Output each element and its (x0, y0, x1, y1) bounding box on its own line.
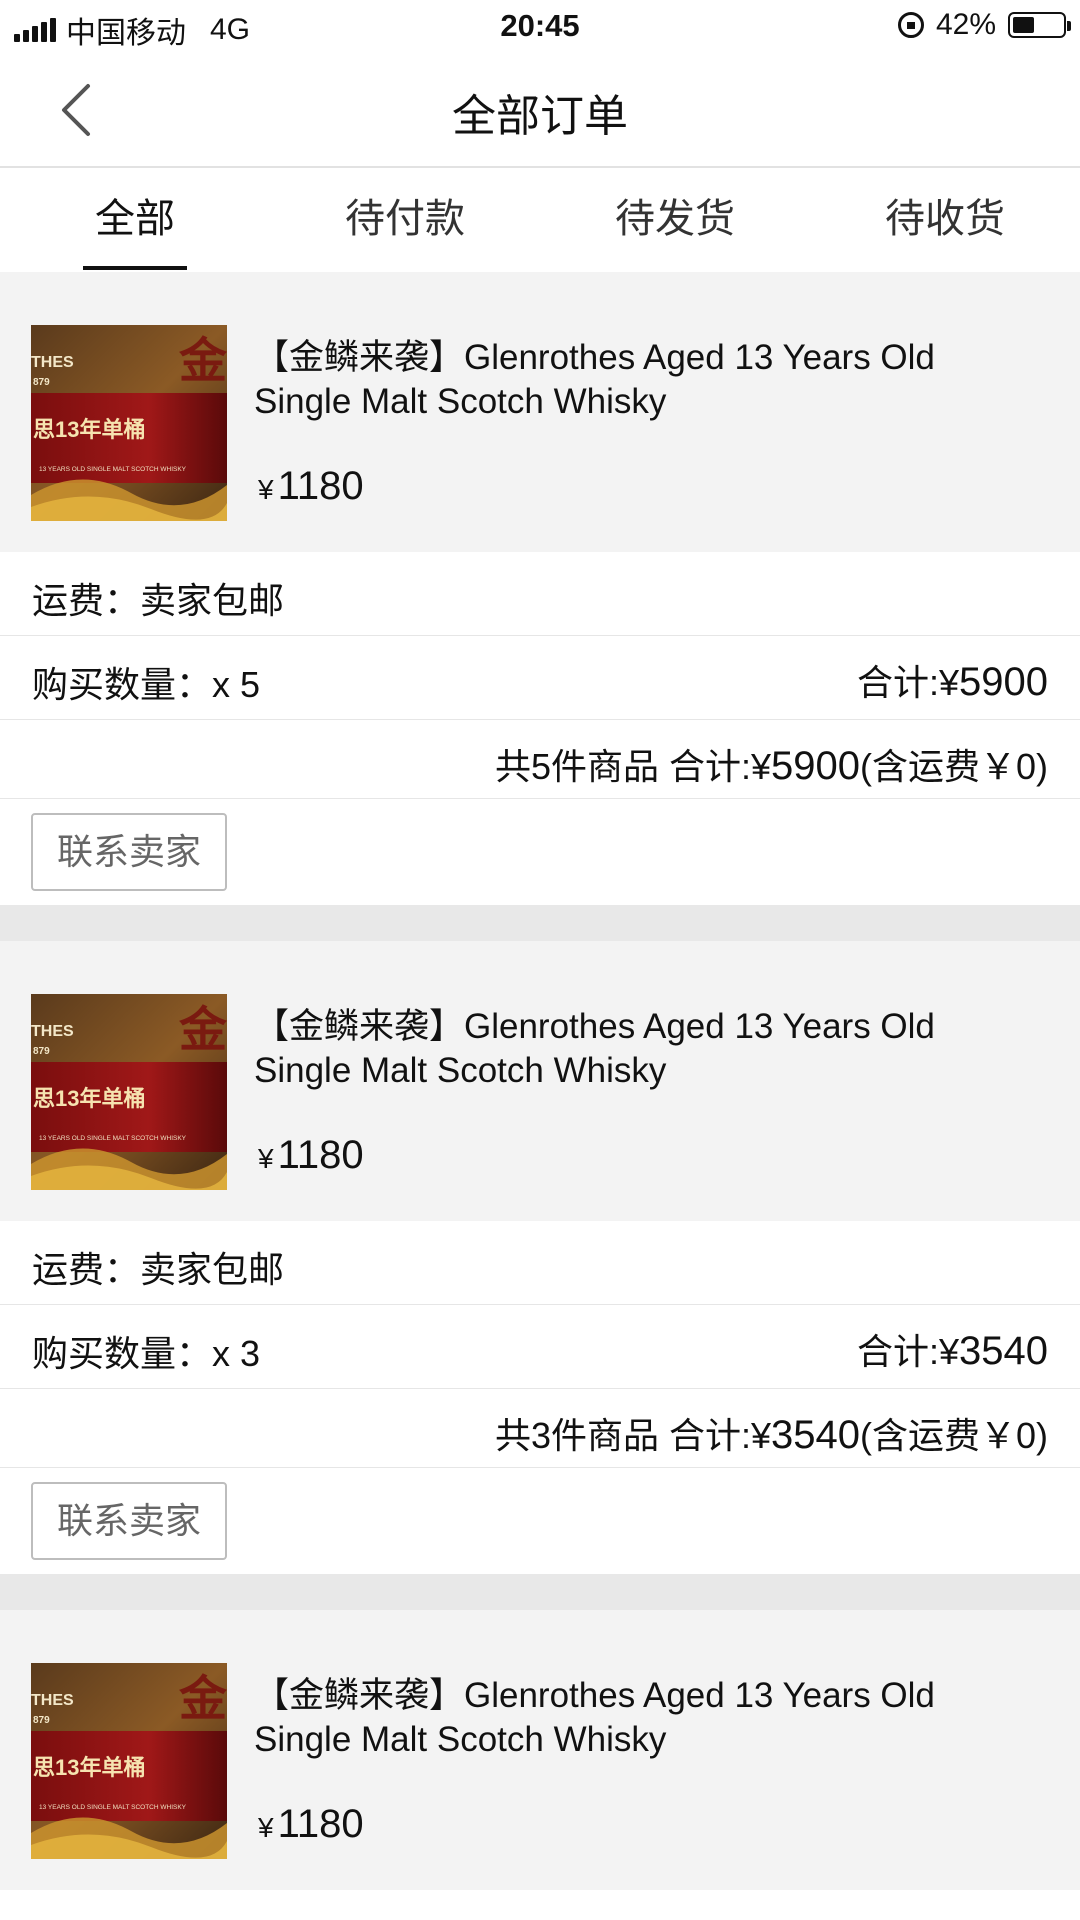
shipping-value: 卖家包邮 (140, 580, 285, 621)
total-value: 5900 (959, 660, 1048, 704)
battery-fill (1013, 17, 1034, 33)
order-card: THES 879 金思13年单桶 13 YEARS OLD SINGLE MALT S… (0, 272, 1080, 905)
thumb-year-text: 879 (33, 1046, 50, 1057)
tab-pending-payment[interactable]: 待付款 (270, 168, 540, 270)
status-right: 42% (897, 8, 1071, 42)
product-item[interactable]: THES 879 金思13年单桶 13 YEARS OLD SINGLE MALT S… (0, 941, 1080, 1221)
tab-pending-receipt[interactable]: 待收货 (810, 168, 1080, 270)
page-title: 全部订单 (452, 92, 628, 141)
thumb-year-text: 879 (33, 1715, 50, 1726)
product-price: ¥1180 (258, 1133, 364, 1178)
summary-currency: ¥ (750, 1415, 772, 1456)
summary-currency: ¥ (750, 746, 772, 787)
summary-value: 5900 (771, 744, 860, 788)
order-list: THES 879 金思13年单桶 13 YEARS OLD SINGLE MALT S… (0, 272, 1080, 1890)
price-value: 1180 (277, 1133, 364, 1177)
thumb-en-label: 13 YEARS OLD SINGLE MALT SCOTCH WHISKY (39, 1135, 187, 1142)
product-title: 【金鳞来袭】Glenrothes Aged 13 Years Old Singl… (254, 338, 935, 421)
price-value: 1180 (277, 1802, 364, 1846)
total-value: 3540 (959, 1329, 1048, 1373)
currency-symbol: ¥ (258, 1143, 274, 1174)
total-label: 合计: (856, 1331, 939, 1372)
order-summary-row: 共3件商品 合计:¥3540(含运费￥0) (0, 1389, 1080, 1468)
whisky-label-image: THES 879 金思13年单桶 13 YEARS OLD SINGLE MALT S… (31, 1663, 227, 1859)
tab-pending-shipment[interactable]: 待发货 (540, 168, 810, 270)
thumb-side-char: 金 (178, 1004, 227, 1057)
total-label: 合计: (856, 662, 939, 703)
summary-suffix: (含运费￥0) (860, 746, 1048, 787)
summary-prefix: 共5件商品 合计: (494, 746, 751, 787)
thumb-side-char: 金 (178, 335, 227, 388)
summary-prefix: 共3件商品 合计: (494, 1415, 751, 1456)
thumb-brand-text: THES (31, 1692, 74, 1709)
quantity-row: 购买数量：x 3 合计:¥3540 (0, 1305, 1080, 1389)
battery-icon (1008, 12, 1071, 38)
whisky-label-image: THES 879 金思13年单桶 13 YEARS OLD SINGLE MALT S… (31, 325, 227, 521)
whisky-label-image: THES 879 金思13年单桶 13 YEARS OLD SINGLE MALT S… (31, 994, 227, 1190)
thumb-year-text: 879 (33, 377, 50, 388)
contact-seller-button[interactable]: 联系卖家 (31, 1482, 227, 1560)
shipping-row: 运费：卖家包邮 (0, 1221, 1080, 1305)
shipping-label: 运费： (32, 580, 141, 621)
total-currency: ¥ (938, 1331, 960, 1372)
tab-all[interactable]: 全部 (0, 168, 270, 270)
summary-value: 3540 (771, 1413, 860, 1457)
currency-symbol: ¥ (258, 474, 274, 505)
status-bar: 中国移动 4G 20:45 42% (0, 0, 1080, 54)
currency-symbol: ¥ (258, 1812, 274, 1843)
product-title: 【金鳞来袭】Glenrothes Aged 13 Years Old Singl… (254, 1007, 935, 1090)
order-actions: 联系卖家 (0, 799, 1080, 905)
quantity-value: x 3 (212, 1333, 261, 1374)
product-price: ¥1180 (258, 464, 364, 509)
product-title: 【金鳞来袭】Glenrothes Aged 13 Years Old Singl… (254, 1676, 935, 1759)
thumb-brand-text: THES (31, 354, 74, 371)
quantity-value: x 5 (212, 664, 261, 705)
product-thumbnail: THES 879 金思13年单桶 13 YEARS OLD SINGLE MALT S… (31, 1663, 227, 1859)
product-thumbnail: THES 879 金思13年单桶 13 YEARS OLD SINGLE MALT S… (31, 994, 227, 1190)
battery-percent: 42% (935, 8, 996, 41)
product-price: ¥1180 (258, 1802, 364, 1847)
order-separator (0, 905, 1080, 941)
quantity-label: 购买数量： (32, 664, 213, 705)
summary-suffix: (含运费￥0) (860, 1415, 1048, 1456)
order-separator (0, 1574, 1080, 1610)
total-currency: ¥ (938, 662, 960, 703)
order-card: THES 879 金思13年单桶 13 YEARS OLD SINGLE MALT S… (0, 1610, 1080, 1890)
thumb-brand-text: THES (31, 1023, 74, 1040)
shipping-value: 卖家包邮 (140, 1249, 285, 1290)
thumb-side-char: 金 (178, 1673, 227, 1726)
price-value: 1180 (277, 464, 364, 508)
thumb-cn-label: 思13年单桶 (33, 1755, 145, 1780)
product-thumbnail: THES 879 金思13年单桶 13 YEARS OLD SINGLE MALT S… (31, 325, 227, 521)
quantity-row: 购买数量：x 5 合计:¥5900 (0, 636, 1080, 720)
shipping-label: 运费： (32, 1249, 141, 1290)
nav-bar: 全部订单 (0, 54, 1080, 168)
order-actions: 联系卖家 (0, 1468, 1080, 1574)
product-item[interactable]: THES 879 金思13年单桶 13 YEARS OLD SINGLE MALT S… (0, 272, 1080, 552)
contact-seller-button[interactable]: 联系卖家 (31, 813, 227, 891)
thumb-en-label: 13 YEARS OLD SINGLE MALT SCOTCH WHISKY (39, 466, 187, 473)
thumb-en-label: 13 YEARS OLD SINGLE MALT SCOTCH WHISKY (39, 1804, 187, 1811)
thumb-cn-label: 思13年单桶 (33, 1086, 145, 1111)
rotation-lock-icon (897, 12, 924, 38)
product-item[interactable]: THES 879 金思13年单桶 13 YEARS OLD SINGLE MALT S… (0, 1610, 1080, 1890)
quantity-label: 购买数量： (32, 1333, 213, 1374)
order-tabs: 全部 待付款 待发货 待收货 (0, 168, 1080, 270)
order-card: THES 879 金思13年单桶 13 YEARS OLD SINGLE MALT S… (0, 941, 1080, 1574)
shipping-row: 运费：卖家包邮 (0, 552, 1080, 636)
order-summary-row: 共5件商品 合计:¥5900(含运费￥0) (0, 720, 1080, 799)
thumb-cn-label: 思13年单桶 (33, 417, 145, 442)
